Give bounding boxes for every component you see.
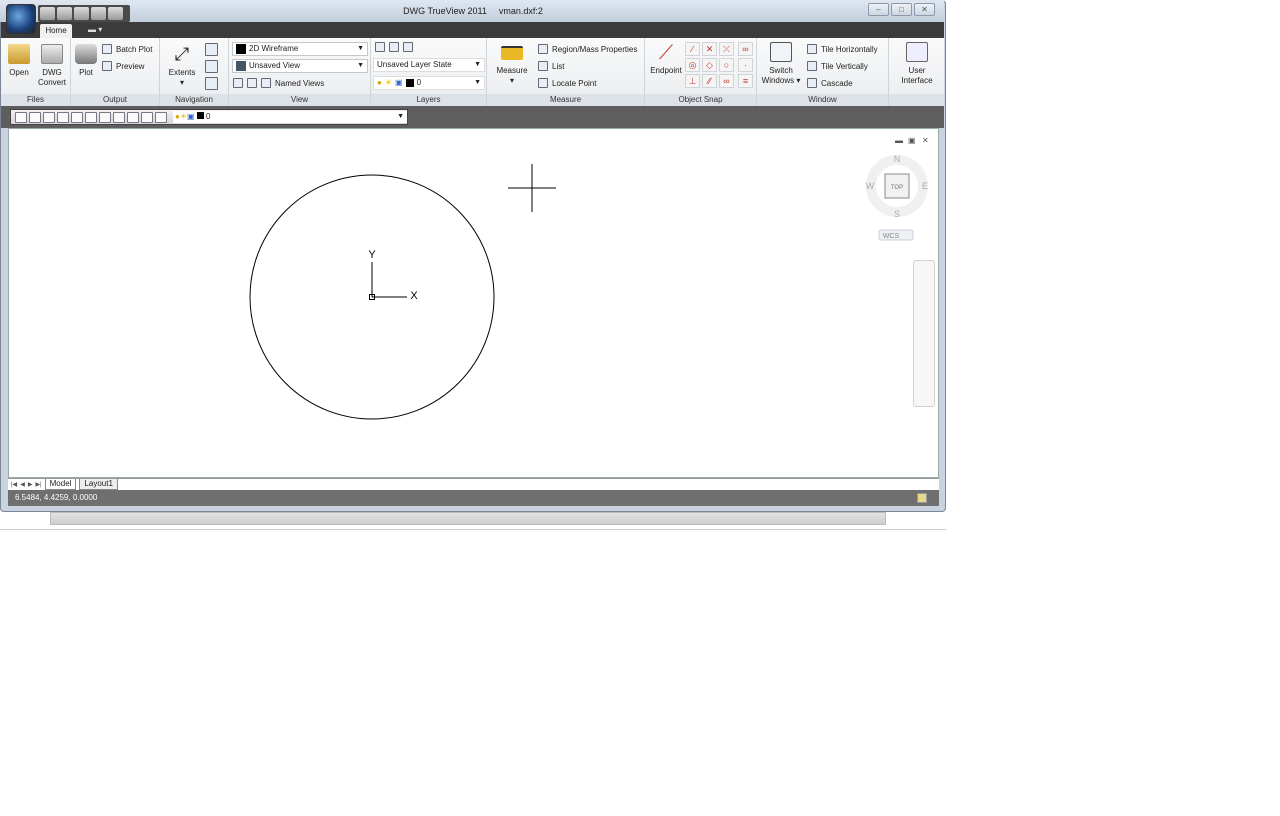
ucs-icon: [369, 262, 407, 300]
tab-model[interactable]: Model: [44, 479, 77, 490]
drawing-overlay: Y X ▬ ▣ ✕ N S E W TOP WCS: [249, 136, 929, 420]
prev-tab-button[interactable]: ◀: [20, 481, 25, 488]
status-bar: 6.5484, 4.4259, 0.0000: [8, 490, 939, 506]
viewport-controls: ▬ ▣ ✕: [895, 136, 929, 145]
application-menu-button[interactable]: [6, 4, 36, 34]
ucs-x-label: X: [410, 290, 418, 302]
first-tab-button[interactable]: |◀: [11, 481, 17, 488]
compass-east[interactable]: E: [922, 181, 928, 191]
wcs-menu[interactable]: WCS: [883, 233, 900, 240]
compass-west[interactable]: W: [866, 181, 875, 191]
viewport-restore-icon[interactable]: ▣: [908, 136, 916, 145]
compass-north[interactable]: N: [894, 154, 901, 164]
crosshair-cursor: [508, 164, 556, 212]
viewcube[interactable]: N S E W TOP WCS: [866, 154, 928, 241]
next-tab-button[interactable]: ▶: [28, 481, 33, 488]
viewcube-face-top[interactable]: TOP: [891, 185, 903, 191]
coordinate-readout: 6.5484, 4.4259, 0.0000: [15, 493, 98, 502]
compass-south[interactable]: S: [894, 209, 900, 219]
tab-layout1[interactable]: Layout1: [79, 479, 118, 490]
command-line-bar: [50, 512, 886, 525]
layout-tab-bar: |◀ ◀ ▶ ▶| Model Layout1: [8, 478, 939, 490]
tray-settings-icon[interactable]: [917, 493, 927, 503]
navigation-bar[interactable]: [913, 260, 935, 407]
last-tab-button[interactable]: ▶|: [35, 481, 41, 488]
ucs-y-label: Y: [368, 249, 376, 261]
viewport-minimize-icon[interactable]: ▬: [895, 136, 903, 145]
viewport-close-icon[interactable]: ✕: [922, 136, 929, 145]
